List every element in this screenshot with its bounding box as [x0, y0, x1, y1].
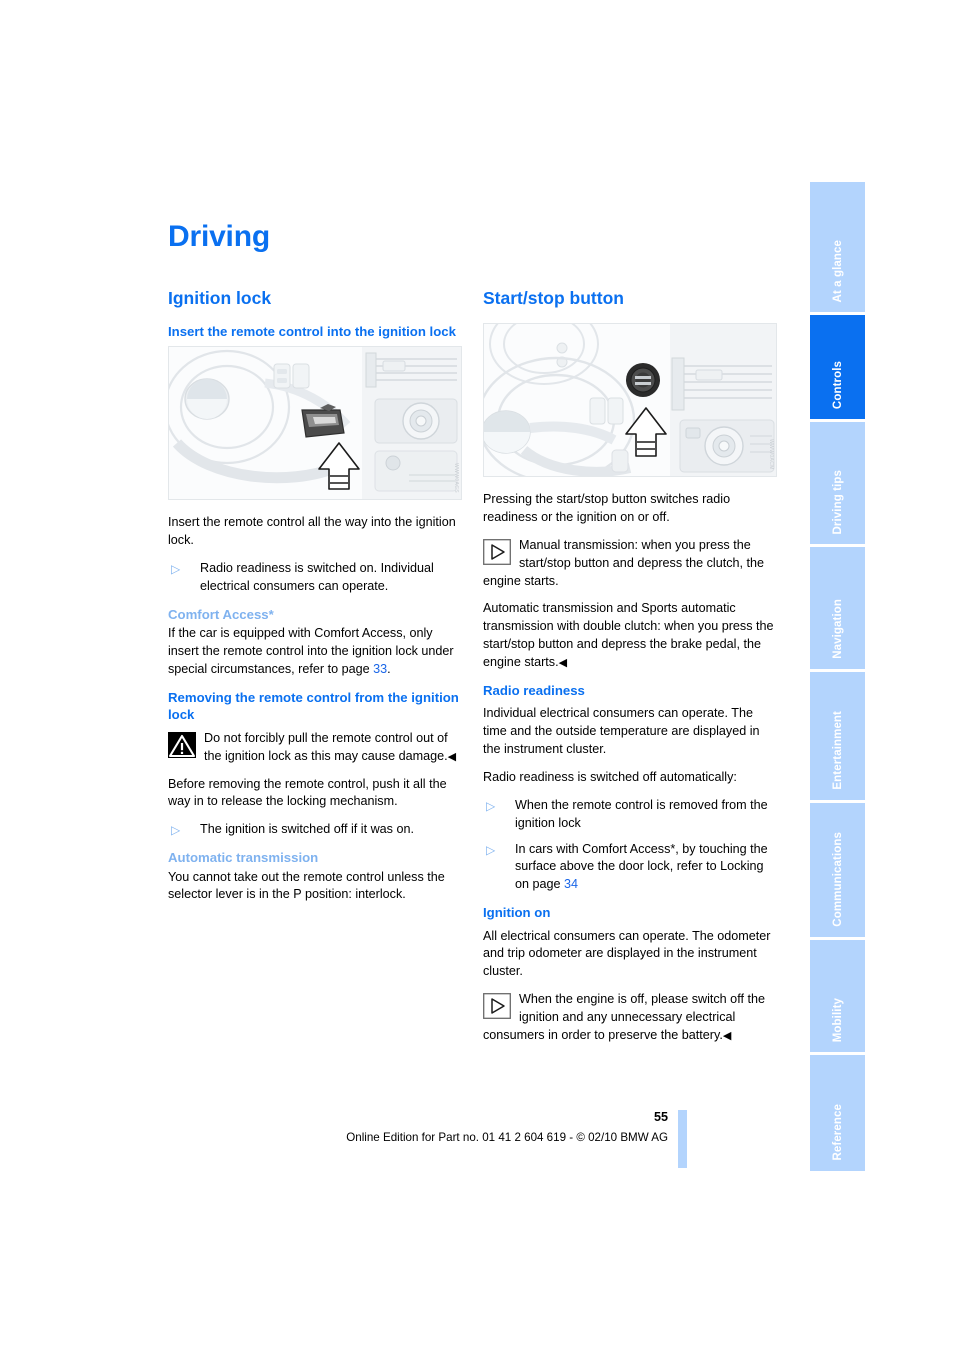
note-block-ignition-on: When the engine is off, please switch of…: [483, 991, 775, 1045]
warning-triangle-icon: [168, 731, 196, 758]
bullet-triangle-icon: ▷: [171, 823, 181, 838]
chapter-tab-rail: At a glance Controls Driving tips Naviga…: [810, 182, 865, 1174]
list-item: ▷ In cars with Comfort Access*, by touch…: [483, 841, 775, 895]
ignition-lock-illustration: WWW0ACS: [168, 346, 462, 501]
subheading-comfort-access: Comfort Access*: [168, 606, 274, 622]
comfort-access-text: If the car is equipped with Comfort Acce…: [168, 626, 454, 677]
subheading-automatic-transmission: Automatic transmission: [168, 850, 319, 866]
subheading-radio-readiness: Radio readiness: [483, 682, 585, 698]
page-number-bar: [678, 1110, 687, 1168]
page-title: Driving: [168, 220, 270, 253]
tab-entertainment[interactable]: Entertainment: [810, 672, 865, 800]
start-stop-intro-body: Pressing the start/stop button switches …: [483, 492, 731, 524]
tab-driving-tips[interactable]: Driving tips: [810, 422, 865, 544]
warning-text: Do not forcibly pull the remote control …: [204, 730, 448, 763]
note-triangle-icon: [483, 993, 511, 1020]
comfort-access-body: If the car is equipped with Comfort Acce…: [168, 625, 460, 679]
figure-code-right: WWW0ACM: [768, 439, 774, 470]
radio-readiness-body-1: Individual electrical consumers can oper…: [483, 706, 760, 757]
tab-reference[interactable]: Reference: [810, 1055, 865, 1171]
note-block-manual-transmission: Manual transmission: when you press the …: [483, 537, 775, 591]
list-item-label: When the remote control is removed from …: [515, 797, 768, 830]
note-manual-text: Manual transmission: when you press the …: [483, 537, 765, 588]
insert-body-text: Insert the remote control all the way in…: [168, 515, 456, 548]
automatic-transmission-body: You cannot take out the remote control u…: [168, 869, 445, 902]
warning-block: Do not forcibly pull the remote control …: [168, 730, 460, 766]
section-heading-ignition-lock: Ignition lock: [168, 288, 272, 308]
start-stop-button-illustration: WWW0ACM: [483, 323, 777, 477]
tab-label: Communications: [831, 832, 844, 927]
warning-end-mark: ◀: [447, 750, 457, 763]
note-end-mark: ◀: [558, 657, 568, 669]
tab-label: Navigation: [831, 599, 844, 659]
note-automatic-label: Automatic transmission and Sports automa…: [483, 601, 774, 669]
ignition-on-body: All electrical consumers can operate. Th…: [483, 928, 771, 979]
tab-communications[interactable]: Communications: [810, 803, 865, 937]
tab-label: Reference: [831, 1104, 844, 1161]
section-heading-start-stop-button: Start/stop button: [483, 288, 624, 308]
footer-edition-note: Online Edition for Part no. 01 41 2 604 …: [346, 1131, 668, 1144]
subheading-removing-remote-control: Removing the remote control from the ign…: [168, 689, 459, 723]
tab-controls[interactable]: Controls: [810, 315, 865, 419]
subheading-insert-remote-control: Insert the remote control into the ignit…: [168, 324, 456, 339]
left-column: Ignition lock Insert the remote control …: [168, 288, 462, 914]
start-stop-figure-svg: [484, 324, 776, 476]
list-item-label: The ignition is switched off if it was o…: [200, 822, 414, 837]
list-item: ▷ When the remote control is removed fro…: [483, 797, 775, 833]
radio-readiness-bullet-list: ▷ When the remote control is removed fro…: [483, 797, 775, 894]
right-column: Start/stop button WWW0ACM Pressing the s…: [483, 288, 777, 1055]
bullet-triangle-icon: ▷: [486, 842, 496, 857]
removing-bullet-list: ▷ The ignition is switched off if it was…: [168, 821, 460, 839]
tab-label: Mobility: [831, 997, 844, 1042]
comfort-access-text-end: .: [387, 662, 391, 677]
figure-code-left: WWW0ACS: [453, 463, 459, 494]
tab-label: At a glance: [831, 239, 844, 302]
radio-readiness-body-2: Radio readiness is switched off automati…: [483, 769, 737, 784]
tab-label: Entertainment: [831, 711, 844, 790]
list-item: ▷ The ignition is switched off if it was…: [168, 821, 460, 839]
ignition-on-end-mark: ◀: [722, 1029, 732, 1042]
note-triangle-icon: [483, 538, 511, 565]
insert-bullet-list: ▷ Radio readiness is switched on. Indivi…: [168, 560, 460, 596]
tab-at-a-glance[interactable]: At a glance: [810, 182, 865, 312]
bullet-triangle-icon: ▷: [171, 562, 181, 577]
ignition-lock-figure-svg: [169, 347, 461, 500]
list-item-label: In cars with Comfort Access*, by touchin…: [515, 841, 768, 892]
list-item: ▷ Radio readiness is switched on. Indivi…: [168, 560, 460, 596]
manual-page: Driving Ignition lock Insert the remote …: [0, 0, 954, 1350]
tab-navigation[interactable]: Navigation: [810, 547, 865, 669]
subheading-ignition-on: Ignition on: [483, 905, 551, 921]
page-number: 55: [653, 1110, 668, 1124]
page-reference-34[interactable]: 34: [564, 877, 578, 891]
note-automatic-text: Automatic transmission and Sports automa…: [483, 600, 775, 672]
tab-label: Driving tips: [831, 469, 844, 534]
list-item-label: Radio readiness is switched on. Individu…: [200, 561, 434, 594]
bullet-triangle-icon: ▷: [486, 798, 496, 813]
tab-mobility[interactable]: Mobility: [810, 940, 865, 1052]
tab-label: Controls: [831, 360, 844, 409]
before-removing-body: Before removing the remote control, push…: [168, 776, 447, 809]
page-reference-33[interactable]: 33: [373, 662, 387, 676]
